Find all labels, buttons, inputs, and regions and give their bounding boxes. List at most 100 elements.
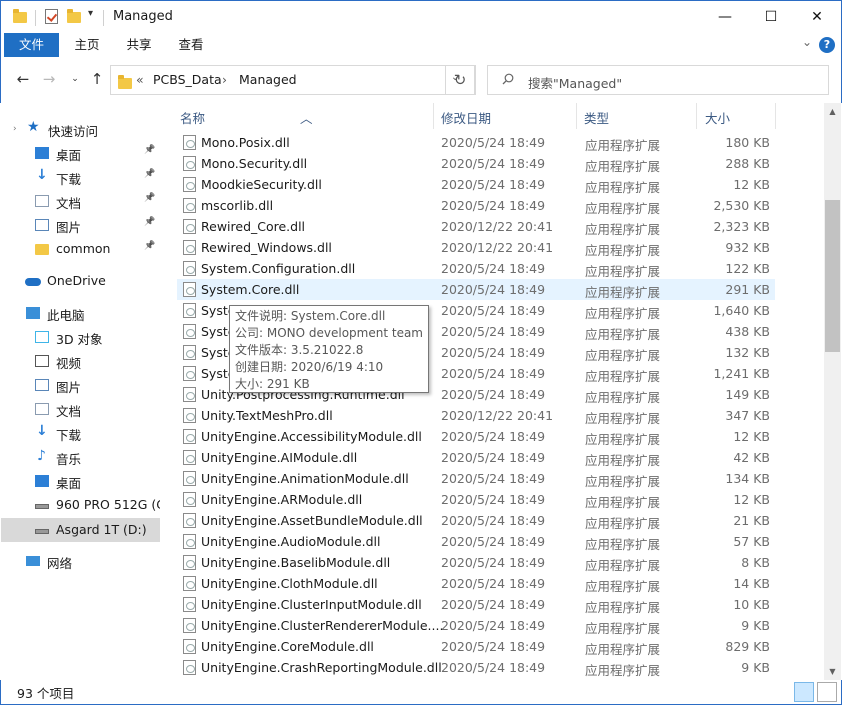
pin-icon[interactable]: 📌 [144, 241, 155, 251]
scroll-down-icon[interactable]: ▼ [824, 663, 841, 680]
column-divider[interactable] [775, 103, 776, 129]
file-row[interactable]: UnityEngine.ClusterInputModule.dll 2020/5… [177, 594, 775, 615]
file-size: 347 KB [725, 408, 770, 423]
file-row[interactable]: Rewired_Windows.dll 2020/12/22 20:41 应用程序扩… [177, 237, 775, 258]
file-row[interactable]: UnityEngine.AccessibilityModule.dll 2020/… [177, 426, 775, 447]
recent-locations-icon[interactable]: ⌄ [65, 69, 85, 89]
file-row[interactable]: Unity.TextMeshPro.dll 2020/12/22 20:41 应用程… [177, 405, 775, 426]
nav-item[interactable]: 文档 📌 [1, 189, 160, 213]
tab-share[interactable]: 共享 [117, 33, 161, 57]
file-type: 应用程序扩展 [585, 180, 661, 195]
search-box[interactable]: 搜索"Managed" [487, 65, 829, 95]
file-row[interactable]: UnityEngine.BaselibModule.dll 2020/5/24 1… [177, 552, 775, 573]
pin-icon[interactable]: 📌 [144, 145, 155, 155]
tab-file[interactable]: 文件 [4, 33, 59, 57]
file-name: Unity.TextMeshPro.dll [201, 408, 333, 423]
dll-file-icon [183, 261, 196, 276]
refresh-button[interactable]: ↻ [445, 65, 475, 95]
breadcrumb-pcbs-data[interactable]: PCBS_Data [153, 72, 222, 87]
scrollbar-thumb[interactable] [825, 200, 840, 352]
properties-icon[interactable] [45, 9, 58, 27]
column-divider[interactable] [576, 103, 577, 129]
back-button[interactable]: ← [13, 69, 33, 89]
file-row[interactable]: UnityEngine.AIModule.dll 2020/5/24 18:49 应… [177, 447, 775, 468]
nav-item[interactable]: 960 PRO 512G (C: [1, 493, 169, 517]
breadcrumb-overflow[interactable]: « [136, 72, 144, 87]
address-bar[interactable]: « PCBS_Data › Managed ⌄ [110, 65, 476, 95]
file-date: 2020/5/24 18:49 [441, 639, 546, 654]
nav-item[interactable]: 网络 [1, 549, 160, 573]
nav-item[interactable]: OneDrive [1, 269, 160, 293]
tab-home[interactable]: 主页 [65, 33, 109, 57]
pin-icon[interactable]: 📌 [144, 169, 155, 179]
file-row[interactable]: MoodkieSecurity.dll 2020/5/24 18:49 应用程序扩展… [177, 174, 775, 195]
dll-file-icon [183, 219, 196, 234]
column-header-date[interactable]: 修改日期 [441, 108, 491, 127]
file-date: 2020/12/22 20:41 [441, 408, 554, 423]
nav-item[interactable]: 视频 [1, 349, 160, 373]
music-icon: ♪ [37, 448, 46, 464]
vertical-scrollbar[interactable]: ▲ ▼ [824, 103, 841, 680]
nav-item[interactable]: ♪ 音乐 [1, 445, 160, 469]
dll-file-icon [183, 366, 196, 381]
file-row[interactable]: UnityEngine.ARModule.dll 2020/5/24 18:49 应… [177, 489, 775, 510]
pin-icon[interactable]: 📌 [144, 217, 155, 227]
file-row[interactable]: UnityEngine.ClothModule.dll 2020/5/24 18:… [177, 573, 775, 594]
nav-item[interactable]: ↓ 下载 [1, 421, 160, 445]
file-row[interactable]: UnityEngine.CoreModule.dll 2020/5/24 18:4… [177, 636, 775, 657]
file-row[interactable]: UnityEngine.ClusterRendererModule.... 202… [177, 615, 775, 636]
nav-item[interactable]: 3D 对象 [1, 325, 160, 349]
nav-item[interactable]: Asgard 1T (D:) [1, 518, 160, 542]
file-row[interactable]: UnityEngine.AnimationModule.dll 2020/5/24… [177, 468, 775, 489]
close-button[interactable]: ✕ [794, 1, 840, 33]
nav-item[interactable]: 桌面 [1, 469, 160, 493]
nav-item[interactable]: common 📌 [1, 237, 160, 261]
nav-item[interactable]: ↓ 下载 📌 [1, 165, 160, 189]
breadcrumb-arrow[interactable]: › [222, 72, 227, 87]
breadcrumb-managed[interactable]: Managed [239, 72, 297, 87]
file-type: 应用程序扩展 [585, 222, 661, 237]
column-divider[interactable] [696, 103, 697, 129]
new-folder-icon[interactable] [67, 9, 81, 27]
file-date: 2020/5/24 18:49 [441, 345, 546, 360]
column-header-size[interactable]: 大小 [705, 108, 730, 127]
file-row[interactable]: Mono.Security.dll 2020/5/24 18:49 应用程序扩展 28… [177, 153, 775, 174]
details-view-button[interactable] [794, 682, 814, 702]
pin-icon[interactable]: 📌 [144, 193, 155, 203]
expand-ribbon-icon[interactable]: ⌄ [802, 35, 812, 49]
forward-button[interactable]: → [39, 69, 59, 89]
file-size: 291 KB [725, 282, 770, 297]
file-type: 应用程序扩展 [585, 411, 661, 426]
nav-label: OneDrive [47, 273, 106, 288]
dll-file-icon [183, 198, 196, 213]
file-row[interactable]: UnityEngine.CrashReportingModule.dll 2020… [177, 657, 775, 678]
column-divider[interactable] [433, 103, 434, 129]
nav-quick-access[interactable]: › ★ 快速访问 [1, 117, 160, 141]
minimize-button[interactable]: — [702, 1, 748, 33]
chevron-right-icon[interactable]: › [13, 124, 17, 134]
large-icons-view-button[interactable] [817, 682, 837, 702]
nav-item[interactable]: 此电脑 [1, 301, 160, 325]
up-button[interactable]: ↑ [87, 69, 107, 89]
file-type: 应用程序扩展 [585, 201, 661, 216]
dll-file-icon [183, 345, 196, 360]
file-row[interactable]: Mono.Posix.dll 2020/5/24 18:49 应用程序扩展 180 K… [177, 132, 775, 153]
nav-item[interactable]: 图片 [1, 373, 160, 397]
file-row[interactable]: mscorlib.dll 2020/5/24 18:49 应用程序扩展 2,530 K… [177, 195, 775, 216]
file-row[interactable]: System.Core.dll 2020/5/24 18:49 应用程序扩展 291 … [177, 279, 775, 300]
search-input[interactable]: 搜索"Managed" [528, 73, 622, 92]
nav-item[interactable]: 桌面 📌 [1, 141, 160, 165]
column-header-name[interactable]: 名称 [180, 108, 205, 127]
column-header-type[interactable]: 类型 [584, 108, 609, 127]
customize-quick-access-icon[interactable]: ▾ [88, 8, 93, 26]
scroll-up-icon[interactable]: ▲ [824, 103, 841, 120]
file-row[interactable]: UnityEngine.AudioModule.dll 2020/5/24 18:… [177, 531, 775, 552]
file-row[interactable]: System.Configuration.dll 2020/5/24 18:49 应… [177, 258, 775, 279]
nav-item[interactable]: 图片 📌 [1, 213, 160, 237]
file-row[interactable]: UnityEngine.AssetBundleModule.dll 2020/5/… [177, 510, 775, 531]
nav-item[interactable]: 文档 [1, 397, 160, 421]
help-icon[interactable]: ? [819, 37, 835, 53]
tab-view[interactable]: 查看 [169, 33, 213, 57]
file-row[interactable]: Rewired_Core.dll 2020/12/22 20:41 应用程序扩展 2,… [177, 216, 775, 237]
maximize-button[interactable]: ☐ [748, 1, 794, 33]
